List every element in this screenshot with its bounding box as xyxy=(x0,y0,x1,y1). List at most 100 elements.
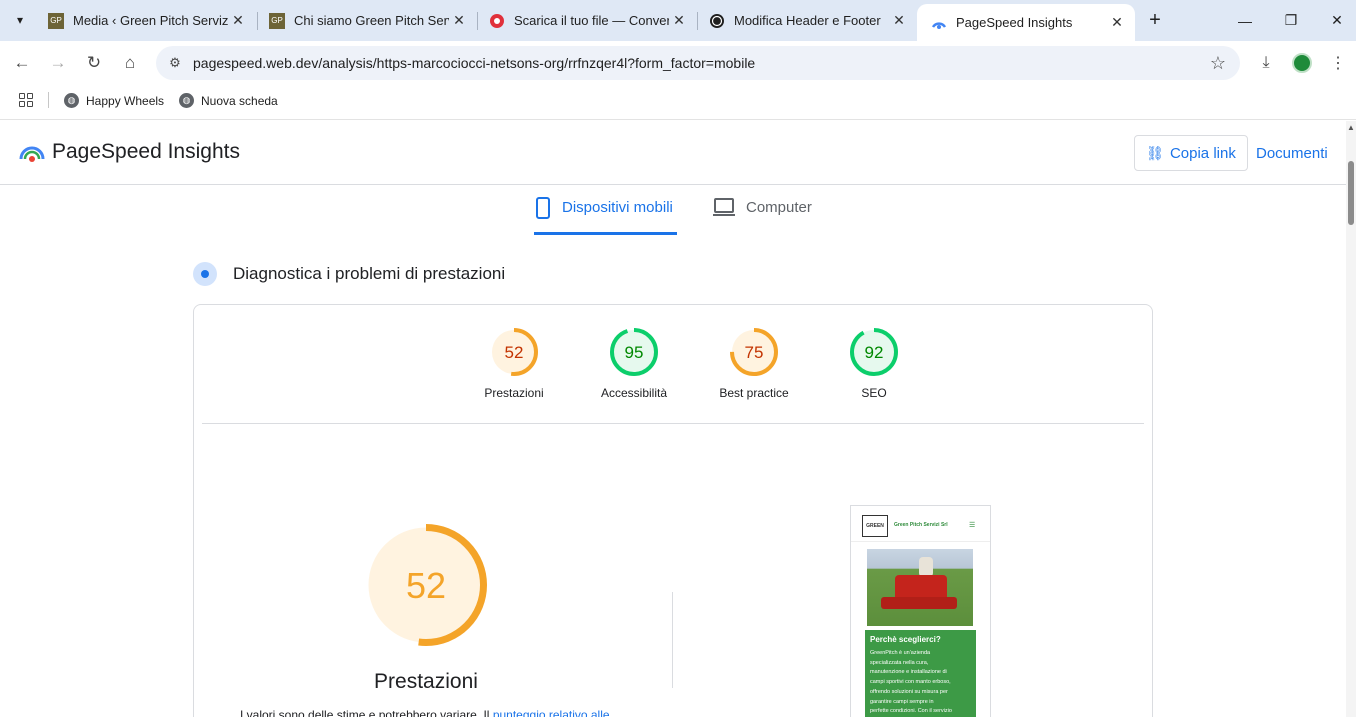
gauge-seo[interactable]: 92 SEO xyxy=(814,327,934,400)
diagnostics-icon xyxy=(193,262,217,286)
preview-brand: Green Pitch Servizi Srl xyxy=(894,522,948,528)
kebab-menu-icon: ⋮ xyxy=(1330,55,1346,72)
tab-title: Chi siamo Green Pitch Servi xyxy=(294,13,449,28)
reload-icon: ↻ xyxy=(86,53,102,72)
tab-modifica-header[interactable]: Modifica Header e Footer ✕ xyxy=(695,0,917,41)
gauge-value: 52 xyxy=(406,565,446,606)
laptop-icon xyxy=(713,198,735,216)
arrow-left-icon: ← xyxy=(13,53,31,72)
apps-grid-icon[interactable] xyxy=(19,93,33,107)
note-link[interactable]: punteggio relativo alle xyxy=(493,708,610,717)
gauge-value: 52 xyxy=(505,343,524,362)
downloads-button[interactable]: ⤓ xyxy=(1254,51,1278,75)
preview-logo: GREEN xyxy=(862,515,888,537)
tab-title: Media ‹ Green Pitch Servizi S xyxy=(73,13,228,28)
main-score-gauge: 52 xyxy=(365,524,487,646)
bookmark-nuova-scheda[interactable]: ◍ Nuova scheda xyxy=(179,93,278,108)
pagespeed-logo-icon xyxy=(19,146,45,162)
gauge-label: Prestazioni xyxy=(484,386,544,400)
psi-header: PageSpeed Insights ⛓ Copia link Document… xyxy=(0,121,1346,185)
gauge-accessibility[interactable]: 95 Accessibilità xyxy=(574,327,694,400)
preview-heading: Perchè sceglierci? xyxy=(870,635,941,644)
close-icon[interactable]: ✕ xyxy=(449,11,469,31)
tab-title: Modifica Header e Footer xyxy=(734,13,881,28)
minimize-icon: — xyxy=(1238,12,1252,29)
tab-desktop[interactable]: Computer xyxy=(712,198,822,235)
back-button[interactable]: ← xyxy=(10,51,34,75)
gauge-label: SEO xyxy=(861,386,887,400)
close-icon[interactable]: ✕ xyxy=(1107,13,1127,33)
new-tab-button[interactable]: + xyxy=(1144,9,1166,31)
docs-link[interactable]: Documenti xyxy=(1256,145,1328,162)
tab-mobile[interactable]: Dispositivi mobili xyxy=(534,197,677,235)
close-icon[interactable]: ✕ xyxy=(228,11,248,31)
preview-green-box: Perchè sceglierci? GreenPitch è un'azien… xyxy=(865,630,976,717)
scroll-thumb[interactable] xyxy=(1348,161,1354,225)
page-content: PageSpeed Insights ⛓ Copia link Document… xyxy=(0,121,1346,717)
preview-text: GreenPitch è un'azienda specializzata ne… xyxy=(870,650,952,715)
gauge-value: 95 xyxy=(625,343,644,362)
site-info-icon[interactable]: ⚙ xyxy=(166,54,184,72)
psi-favicon-icon xyxy=(931,15,947,31)
hamburger-icon: ☰ xyxy=(969,522,976,529)
gauge-ring: 92 xyxy=(850,328,898,376)
tab-convert[interactable]: Scarica il tuo file — Convert ✕ xyxy=(475,0,697,41)
minimize-button[interactable]: — xyxy=(1222,0,1268,41)
gauge-value: 75 xyxy=(745,343,764,362)
gauge-best-practices[interactable]: 75 Best practice xyxy=(694,327,814,400)
diagnostics-title: Diagnostica i problemi di prestazioni xyxy=(233,264,506,283)
tab-title: PageSpeed Insights xyxy=(956,15,1073,30)
profile-avatar[interactable] xyxy=(1292,53,1312,73)
reload-button[interactable]: ↻ xyxy=(82,51,106,75)
gauge-label: Accessibilità xyxy=(600,386,668,400)
convert-favicon-icon xyxy=(489,13,505,29)
score-note: I valori sono delle stime e potrebbero v… xyxy=(240,708,610,717)
chevron-down-icon: ▾ xyxy=(16,13,24,27)
url-text[interactable]: pagespeed.web.dev/analysis/https-marcoci… xyxy=(193,55,755,71)
page-scrollbar[interactable]: ▲ xyxy=(1346,121,1356,717)
close-icon: ✕ xyxy=(1331,12,1343,28)
restore-icon: ❐ xyxy=(1284,12,1298,28)
copy-link-button[interactable]: ⛓ Copia link xyxy=(1134,135,1248,171)
gp-favicon-icon: GP xyxy=(269,12,285,29)
home-icon: ⌂ xyxy=(124,53,136,72)
preview-mower-image xyxy=(867,549,973,626)
bookmark-happy-wheels[interactable]: ◍ Happy Wheels xyxy=(64,93,164,108)
home-button[interactable]: ⌂ xyxy=(118,51,142,75)
tab-search-button[interactable]: ▾ xyxy=(8,8,32,32)
phone-icon xyxy=(536,197,550,219)
tab-strip: ▾ GP Media ‹ Green Pitch Servizi S ✕ GP … xyxy=(0,0,1356,41)
restore-button[interactable]: ❐ xyxy=(1268,0,1314,41)
tab-pagespeed[interactable]: PageSpeed Insights ✕ xyxy=(917,4,1135,41)
copy-link-label: Copia link xyxy=(1169,144,1236,162)
gauge-ring: 95 xyxy=(610,328,658,376)
close-icon[interactable]: ✕ xyxy=(669,11,689,31)
tab-desktop-label: Computer xyxy=(746,199,812,216)
scroll-up-icon[interactable]: ▲ xyxy=(1347,123,1355,132)
bookmark-label: Happy Wheels xyxy=(86,93,165,108)
gp-favicon-icon: GP xyxy=(48,12,64,29)
gauge-ring: 75 xyxy=(730,328,778,376)
main-score-label: Prestazioni xyxy=(374,670,478,693)
close-icon[interactable]: ✕ xyxy=(889,11,909,31)
wordpress-favicon-icon xyxy=(709,13,725,29)
forward-button[interactable]: → xyxy=(46,51,70,75)
mobile-screenshot-preview: GREEN Green Pitch Servizi Srl ☰ Perchè s… xyxy=(850,505,991,717)
globe-icon: ◍ xyxy=(64,93,79,108)
download-icon: ⤓ xyxy=(1262,54,1270,71)
address-bar[interactable]: ⚙ pagespeed.web.dev/analysis/https-marco… xyxy=(156,46,1240,80)
tab-chi-siamo[interactable]: GP Chi siamo Green Pitch Servi ✕ xyxy=(255,0,477,41)
link-icon: ⛓ xyxy=(1146,144,1164,161)
arrow-right-icon: → xyxy=(49,53,67,72)
tab-mobile-label: Dispositivi mobili xyxy=(562,199,673,216)
menu-button[interactable]: ⋮ xyxy=(1326,51,1350,75)
divider xyxy=(202,423,1144,424)
preview-header: GREEN Green Pitch Servizi Srl ☰ xyxy=(851,506,990,542)
bookmark-star-icon[interactable]: ☆ xyxy=(1210,53,1226,74)
close-window-button[interactable]: ✕ xyxy=(1314,0,1356,41)
tab-media[interactable]: GP Media ‹ Green Pitch Servizi S ✕ xyxy=(34,0,256,41)
browser-toolbar: ← → ↻ ⌂ ⚙ pagespeed.web.dev/analysis/htt… xyxy=(0,41,1356,85)
bookmark-separator xyxy=(48,92,49,108)
gauge-performance[interactable]: 52 Prestazioni xyxy=(454,327,574,400)
tab-title: Scarica il tuo file — Convert xyxy=(514,13,669,28)
